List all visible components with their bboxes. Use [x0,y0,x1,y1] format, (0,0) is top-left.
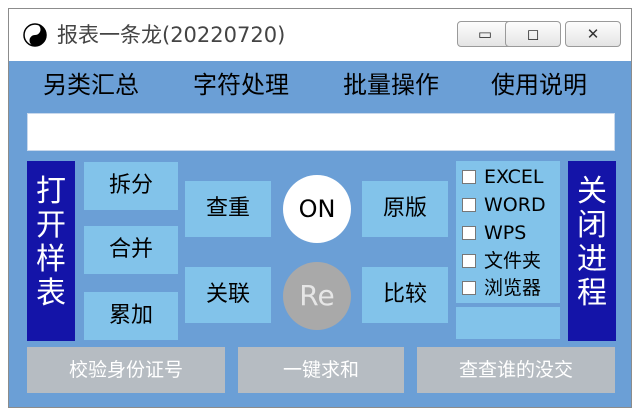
close-process-char: 关 [577,174,607,209]
checkbox-box[interactable] [462,198,476,212]
menu-summary[interactable]: 另类汇总 [43,69,139,101]
text-input[interactable] [27,113,615,151]
one-click-sum-button[interactable]: 一键求和 [238,347,404,393]
dedupe-button[interactable]: 查重 [185,181,271,237]
checkbox-label: 文件夹 [484,250,542,272]
checkbox-box[interactable] [462,226,476,240]
split-button[interactable]: 拆分 [84,162,178,210]
yin-yang-icon [23,23,47,47]
close-icon: ✕ [586,25,600,43]
blank-field[interactable] [456,307,560,339]
open-sample-char: 开 [36,208,66,243]
merge-button[interactable]: 合并 [84,226,178,274]
close-process-char: 闭 [577,208,607,243]
close-process-char: 进 [577,242,607,277]
menu-instructions[interactable]: 使用说明 [491,69,587,101]
on-button[interactable]: ON [283,175,351,243]
checkbox-label: EXCEL [484,166,544,188]
checkbox-box[interactable] [462,281,476,295]
menu-text-processing[interactable]: 字符处理 [193,69,289,101]
original-button[interactable]: 原版 [362,181,448,237]
compare-button[interactable]: 比较 [362,267,448,323]
checkbox-panel: EXCEL WORD WPS 文件夹 浏览器 [456,161,560,303]
minimize-icon: ▭ [477,25,493,43]
close-process-char: 程 [577,276,607,311]
open-sample-button[interactable]: 打 开 样 表 [27,161,75,341]
title-bar: 报表一条龙(20220720) ▭ ◻ ✕ [9,9,631,61]
close-process-button[interactable]: 关 闭 进 程 [568,161,616,341]
menu-bar: 另类汇总 字符处理 批量操作 使用说明 [9,61,631,109]
close-button[interactable]: ✕ [565,21,621,47]
checkbox-label: WPS [484,222,527,244]
open-sample-char: 样 [36,242,66,277]
checkbox-box[interactable] [462,254,476,268]
re-button[interactable]: Re [283,262,351,330]
id-check-button[interactable]: 校验身份证号 [27,347,225,393]
link-button[interactable]: 关联 [185,267,271,323]
maximize-button[interactable]: ◻ [505,21,561,47]
checkbox-label: WORD [484,194,546,216]
maximize-icon: ◻ [526,25,540,43]
accumulate-button[interactable]: 累加 [84,292,178,340]
window-title: 报表一条龙(20220720) [57,23,286,47]
open-sample-char: 表 [36,276,66,311]
checkbox-box[interactable] [462,170,476,184]
checkbox-label: 浏览器 [484,277,542,299]
who-missing-button[interactable]: 查查谁的没交 [417,347,615,393]
menu-batch-operations[interactable]: 批量操作 [343,69,439,101]
open-sample-char: 打 [36,174,66,209]
app-window: 报表一条龙(20220720) ▭ ◻ ✕ 另类汇总 字符处理 批量操作 使用说… [8,8,632,408]
